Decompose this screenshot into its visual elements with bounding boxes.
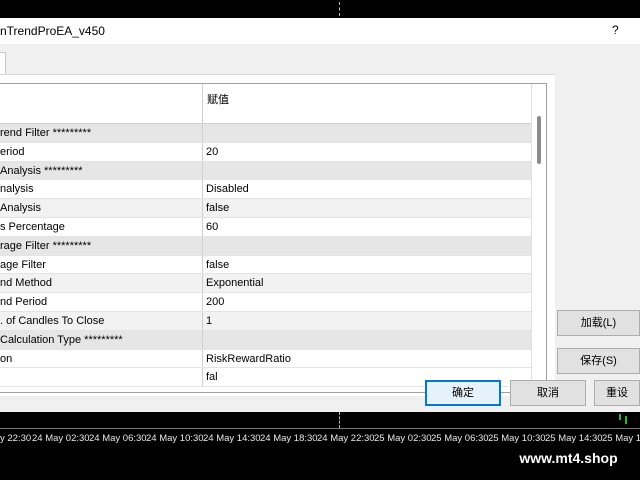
variable-cell bbox=[0, 368, 203, 387]
value-cell[interactable]: false bbox=[206, 259, 229, 271]
time-label: 24 May 06:30 bbox=[89, 433, 147, 444]
value-cell[interactable]: 200 bbox=[206, 296, 224, 308]
column-header-value[interactable]: 赋值 bbox=[207, 91, 229, 107]
dialog-titlebar: nTrendProEA_v450 ? bbox=[0, 18, 640, 44]
table-row[interactable]: rage Filter ********* bbox=[0, 236, 531, 256]
table-row[interactable]: age Filter false bbox=[0, 255, 531, 275]
value-cell[interactable]: Disabled bbox=[206, 183, 249, 195]
ok-button[interactable]: 确定 bbox=[425, 380, 501, 406]
variable-cell: nd Period bbox=[0, 293, 203, 311]
tab-inputs[interactable] bbox=[0, 52, 6, 74]
value-cell[interactable]: Exponential bbox=[206, 277, 264, 289]
variable-cell: rage Filter ********* bbox=[0, 236, 203, 255]
value-cell[interactable]: 1 bbox=[206, 315, 212, 327]
time-label: 25 May 10:30 bbox=[488, 433, 546, 444]
help-button[interactable]: ? bbox=[612, 23, 619, 37]
table-row[interactable]: Analysis false bbox=[0, 199, 531, 218]
table-row[interactable]: eriod 20 bbox=[0, 142, 531, 162]
time-label: 24 May 18:30 bbox=[260, 433, 318, 444]
time-label: 24 May 14:30 bbox=[203, 433, 261, 444]
variable-cell: on bbox=[0, 349, 203, 368]
dialog-title: nTrendProEA_v450 bbox=[0, 24, 105, 38]
value-cell[interactable]: 20 bbox=[206, 146, 218, 158]
variable-cell: s Percentage bbox=[0, 217, 203, 236]
table-row[interactable]: nalysis Disabled bbox=[0, 180, 531, 200]
variable-cell: . of Candles To Close bbox=[0, 311, 203, 330]
period-separator bbox=[339, 2, 341, 16]
time-label: 24 May 22:30 bbox=[317, 433, 375, 444]
time-axis-line bbox=[0, 428, 640, 429]
reset-button[interactable]: 重设 bbox=[594, 380, 640, 406]
candle-bar bbox=[619, 414, 621, 420]
time-label: 24 May 02:30 bbox=[32, 433, 90, 444]
watermark: www.mt4.shop bbox=[497, 445, 640, 471]
variable-cell: Analysis ********* bbox=[0, 161, 203, 180]
time-label: 24 May 10:30 bbox=[146, 433, 204, 444]
table-row[interactable]: nd Period 200 bbox=[0, 293, 531, 312]
time-label: 25 May 02:30 bbox=[374, 433, 432, 444]
grid-rows: rend Filter ********* eriod 20 Analysis … bbox=[0, 124, 531, 388]
grid-header: 赋值 bbox=[0, 84, 531, 124]
load-button[interactable]: 加载(L) bbox=[557, 310, 640, 336]
table-row[interactable]: rend Filter ********* bbox=[0, 124, 531, 143]
time-label: 25 May 14:30 bbox=[545, 433, 603, 444]
variable-cell: rend Filter ********* bbox=[0, 124, 203, 142]
expert-properties-dialog: nTrendProEA_v450 ? 赋值 rend Filter ******… bbox=[0, 18, 640, 412]
table-row[interactable]: . of Candles To Close 1 bbox=[0, 311, 531, 331]
variable-cell: age Filter bbox=[0, 255, 203, 274]
period-separator bbox=[339, 412, 340, 428]
table-row[interactable]: Analysis ********* bbox=[0, 161, 531, 181]
value-cell[interactable]: 60 bbox=[206, 221, 218, 233]
table-row[interactable]: on RiskRewardRatio bbox=[0, 349, 531, 369]
chart-top-strip bbox=[0, 0, 640, 18]
column-header-variable[interactable] bbox=[0, 84, 203, 124]
candle-bar bbox=[625, 416, 627, 424]
scrollbar-thumb[interactable] bbox=[537, 116, 541, 164]
table-row[interactable]: nd Method Exponential bbox=[0, 274, 531, 294]
time-label: 25 May 18:30 bbox=[602, 433, 640, 444]
variable-cell: nd Method bbox=[0, 274, 203, 293]
value-cell[interactable]: fal bbox=[206, 371, 218, 383]
table-row[interactable]: Calculation Type ********* bbox=[0, 330, 531, 350]
value-cell[interactable]: false bbox=[206, 202, 229, 214]
variable-cell: eriod bbox=[0, 142, 203, 161]
variable-cell: Analysis bbox=[0, 199, 203, 217]
inputs-grid: 赋值 rend Filter ********* eriod 20 Analys… bbox=[0, 83, 547, 393]
cancel-button[interactable]: 取消 bbox=[510, 380, 586, 406]
variable-cell: nalysis bbox=[0, 180, 203, 199]
table-row[interactable]: s Percentage 60 bbox=[0, 217, 531, 237]
value-cell[interactable]: RiskRewardRatio bbox=[206, 353, 291, 365]
save-button[interactable]: 保存(S) bbox=[557, 348, 640, 374]
variable-cell: Calculation Type ********* bbox=[0, 330, 203, 349]
time-label: 25 May 06:30 bbox=[431, 433, 489, 444]
vertical-scrollbar[interactable] bbox=[531, 84, 546, 392]
time-label: y 22:30 bbox=[0, 433, 32, 444]
